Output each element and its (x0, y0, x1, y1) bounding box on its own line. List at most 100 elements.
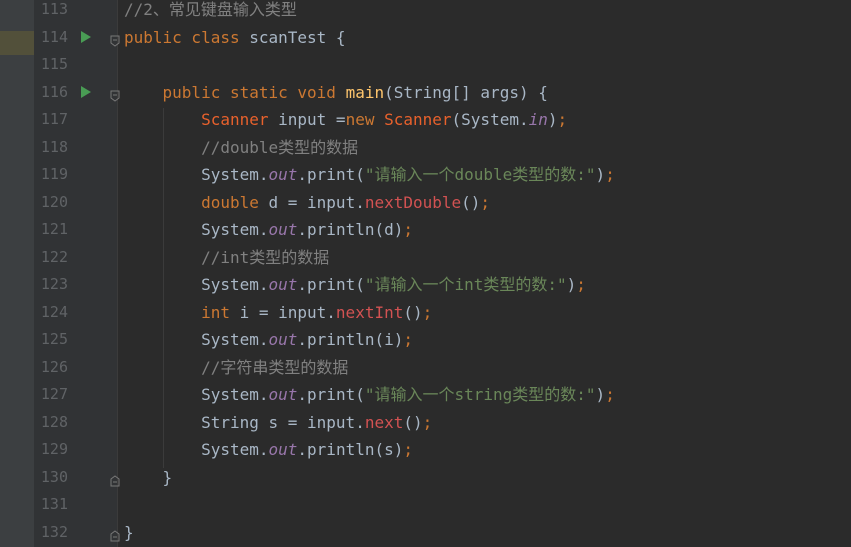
line-number: 124 (40, 302, 68, 321)
code-token: nextInt (335, 302, 404, 322)
code-token: ) (595, 385, 606, 404)
code-line[interactable]: 125 System.out.println(i); (0, 326, 851, 354)
run-icon[interactable] (81, 85, 91, 98)
code-token: ; (422, 412, 433, 432)
code-token: int (201, 302, 240, 322)
code-token: Scanner (201, 110, 269, 129)
code-token: ; (403, 440, 414, 459)
code-text: Scanner input =new Scanner(System.in); (124, 106, 567, 134)
code-line[interactable]: 129 System.out.println(s); (0, 436, 851, 464)
code-token: .println(d) (297, 220, 404, 239)
code-token: () (403, 302, 423, 322)
code-token: //2、常见键盘输入类型 (124, 0, 297, 19)
code-line[interactable]: 127 System.out.print("请输入一个string类型的数:")… (0, 381, 851, 409)
code-text: System.out.println(s); (124, 436, 413, 464)
fold-icon[interactable] (110, 472, 120, 486)
code-line[interactable]: 119 System.out.print("请输入一个double类型的数:")… (0, 161, 851, 189)
line-number: 127 (40, 385, 68, 403)
code-token: new (345, 110, 385, 129)
line-number: 128 (40, 412, 68, 431)
line-number: 115 (40, 55, 68, 73)
code-token: ; (403, 330, 414, 349)
code-text: //字符串类型的数据 (124, 354, 348, 382)
code-token: ) (595, 165, 606, 184)
code-token: public class (124, 27, 250, 47)
code-token: .print( (297, 275, 365, 294)
code-line[interactable]: 115 (0, 51, 851, 79)
code-token: ; (605, 165, 615, 184)
code-token: ; (422, 302, 433, 322)
code-text: } (124, 464, 173, 492)
code-line[interactable]: 118 //double类型的数据 (0, 134, 851, 162)
code-line[interactable]: 123 System.out.print("请输入一个int类型的数:"); (0, 271, 851, 299)
code-line[interactable]: 121 System.out.println(d); (0, 216, 851, 244)
code-token: } (124, 522, 134, 542)
code-token: "请输入一个string类型的数:" (364, 385, 596, 404)
code-token: double (201, 192, 269, 212)
code-text: System.out.println(d); (124, 216, 413, 244)
code-token: public static void (162, 82, 346, 102)
code-line[interactable]: 130 } (0, 464, 851, 492)
code-token: ) (566, 275, 577, 294)
code-token: out (268, 330, 298, 349)
line-number: 119 (40, 165, 68, 183)
code-token: out (268, 165, 298, 184)
code-token: ; (403, 220, 414, 239)
code-text: //int类型的数据 (124, 244, 329, 272)
code-token: System. (124, 220, 269, 239)
code-token: "请输入一个int类型的数:" (364, 275, 567, 294)
fold-icon[interactable] (110, 527, 120, 541)
code-line[interactable]: 114 public class scanTest { (0, 24, 851, 52)
code-line[interactable]: 120 double d = input.nextDouble(); (0, 189, 851, 217)
line-number: 130 (40, 467, 68, 486)
fold-icon[interactable] (110, 87, 120, 102)
code-editor[interactable]: 113 //2、常见键盘输入类型 114 public class scanTest … (0, 0, 851, 547)
code-text: //2、常见键盘输入类型 (124, 0, 297, 24)
line-number: 118 (40, 137, 68, 156)
code-text: System.out.print("请输入一个string类型的数:"); (124, 381, 615, 409)
code-text: double d = input.nextDouble(); (124, 189, 490, 217)
code-token: i = input. (239, 302, 336, 322)
line-number: 132 (40, 522, 68, 541)
line-number: 120 (40, 192, 68, 211)
code-token: nextDouble (364, 192, 462, 212)
line-number: 117 (40, 110, 68, 128)
code-token: (String[] args) { (384, 82, 548, 102)
code-line[interactable]: 116 public static void main(String[] arg… (0, 79, 851, 107)
code-token: System. (124, 440, 269, 459)
code-line[interactable]: 122 //int类型的数据 (0, 244, 851, 272)
code-token: ; (605, 385, 615, 404)
run-icon[interactable] (81, 30, 91, 43)
code-line[interactable]: 128 String s = input.next(); (0, 409, 851, 437)
code-token: //字符串类型的数据 (201, 357, 349, 377)
code-line[interactable]: 131 (0, 491, 851, 519)
line-number: 131 (40, 495, 68, 513)
code-token: System. (124, 275, 269, 294)
line-number: 122 (40, 247, 68, 266)
code-token: next (364, 412, 404, 432)
code-line[interactable]: 117 Scanner input =new Scanner(System.in… (0, 106, 851, 134)
code-token: System. (124, 385, 269, 404)
code-token: ; (480, 192, 491, 212)
code-line[interactable]: 124 int i = input.nextInt(); (0, 299, 851, 327)
code-line[interactable]: 132} (0, 519, 851, 547)
code-token: ; (557, 110, 568, 129)
code-token: in (528, 110, 548, 129)
code-line[interactable]: 126 //字符串类型的数据 (0, 354, 851, 382)
code-token: out (268, 275, 298, 294)
code-token: () (461, 192, 481, 212)
code-token: .println(i) (297, 330, 404, 349)
code-token: scanTest { (249, 27, 346, 47)
code-token: out (268, 440, 298, 459)
code-text: } (124, 519, 134, 547)
code-line[interactable]: 113 //2、常见键盘输入类型 (0, 0, 851, 24)
line-number: 123 (40, 275, 68, 293)
code-token: out (268, 385, 298, 404)
fold-icon[interactable] (110, 32, 120, 47)
code-token: //int类型的数据 (201, 247, 330, 267)
code-text: System.out.print("请输入一个int类型的数:"); (124, 271, 586, 299)
